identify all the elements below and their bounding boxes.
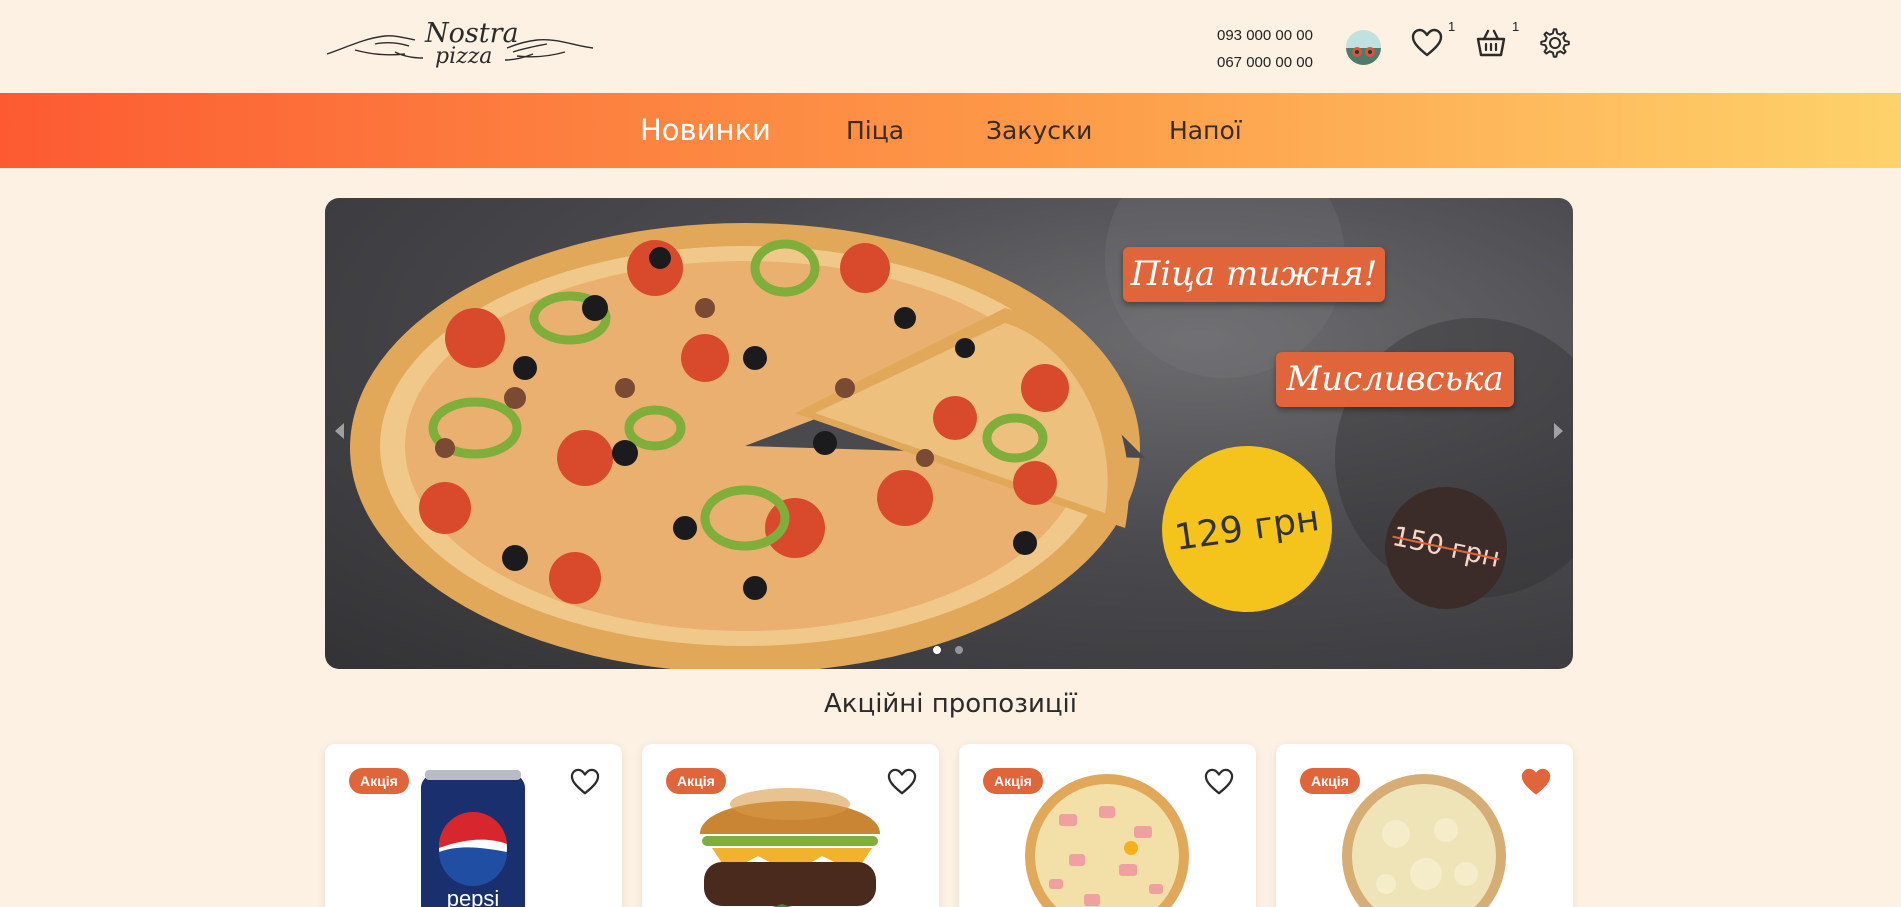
logo[interactable]: Nostra pizza (325, 18, 595, 76)
carousel-dot-1[interactable] (933, 646, 941, 654)
hand-right-icon (504, 38, 594, 61)
promo-badge: Акція (1300, 768, 1360, 794)
product-card[interactable]: Акція (1276, 744, 1573, 907)
promo-badge: Акція (983, 768, 1043, 794)
favorites-count: 1 (1448, 19, 1456, 34)
carousel-dot-2[interactable] (955, 646, 963, 654)
basket-icon (1476, 29, 1506, 57)
main-nav: Новинки Піца Закуски Напої (0, 93, 1901, 168)
heart-icon[interactable] (1204, 768, 1234, 796)
carousel-next-icon[interactable] (1554, 423, 1563, 439)
heart-icon[interactable] (570, 768, 600, 796)
phone-2[interactable]: 067 000 00 00 (1217, 49, 1313, 76)
pizza-image (350, 198, 1573, 669)
product-card[interactable]: Акція (959, 744, 1256, 907)
product-card[interactable]: Акція (642, 744, 939, 907)
product-card[interactable]: pepsi Акція (325, 744, 622, 907)
heart-icon (1411, 28, 1443, 57)
nav-item-snacks[interactable]: Закуски (986, 93, 1092, 168)
cart-count: 1 (1512, 19, 1520, 34)
hand-left-icon (326, 35, 424, 59)
carousel-prev-icon[interactable] (335, 423, 344, 439)
svg-text:pepsi: pepsi (447, 886, 500, 907)
nav-item-pizza[interactable]: Піца (846, 93, 904, 168)
promo-badge: Акція (349, 768, 409, 794)
nav-item-new[interactable]: Новинки (640, 93, 771, 168)
banner-price-old-text: 150 грн (1389, 521, 1503, 575)
phone-1[interactable]: 093 000 00 00 (1217, 22, 1313, 49)
promo-badge: Акція (666, 768, 726, 794)
logo-text-pizza: pizza (435, 44, 493, 69)
favorites-button[interactable] (1410, 26, 1444, 60)
settings-button[interactable] (1538, 26, 1572, 60)
cart-button[interactable] (1474, 26, 1508, 60)
carousel-dots (933, 646, 963, 654)
phone-list: 093 000 00 00 067 000 00 00 (1217, 22, 1313, 76)
heart-filled-icon[interactable] (1521, 768, 1551, 796)
heart-icon[interactable] (887, 768, 917, 796)
nav-item-drinks[interactable]: Напої (1169, 93, 1242, 168)
header: Nostra pizza 093 000 00 00 067 000 00 00… (0, 0, 1901, 93)
banner-tag-pizza-of-week: Піца тижня! (1123, 247, 1385, 302)
gear-icon (1540, 28, 1570, 58)
section-title: Акційні пропозиції (824, 689, 1077, 719)
avatar[interactable] (1346, 30, 1381, 65)
promo-banner[interactable]: Піца тижня! Мисливська 129 грн 150 грн (325, 198, 1573, 669)
banner-tag-pizza-name: Мисливська (1276, 352, 1514, 407)
